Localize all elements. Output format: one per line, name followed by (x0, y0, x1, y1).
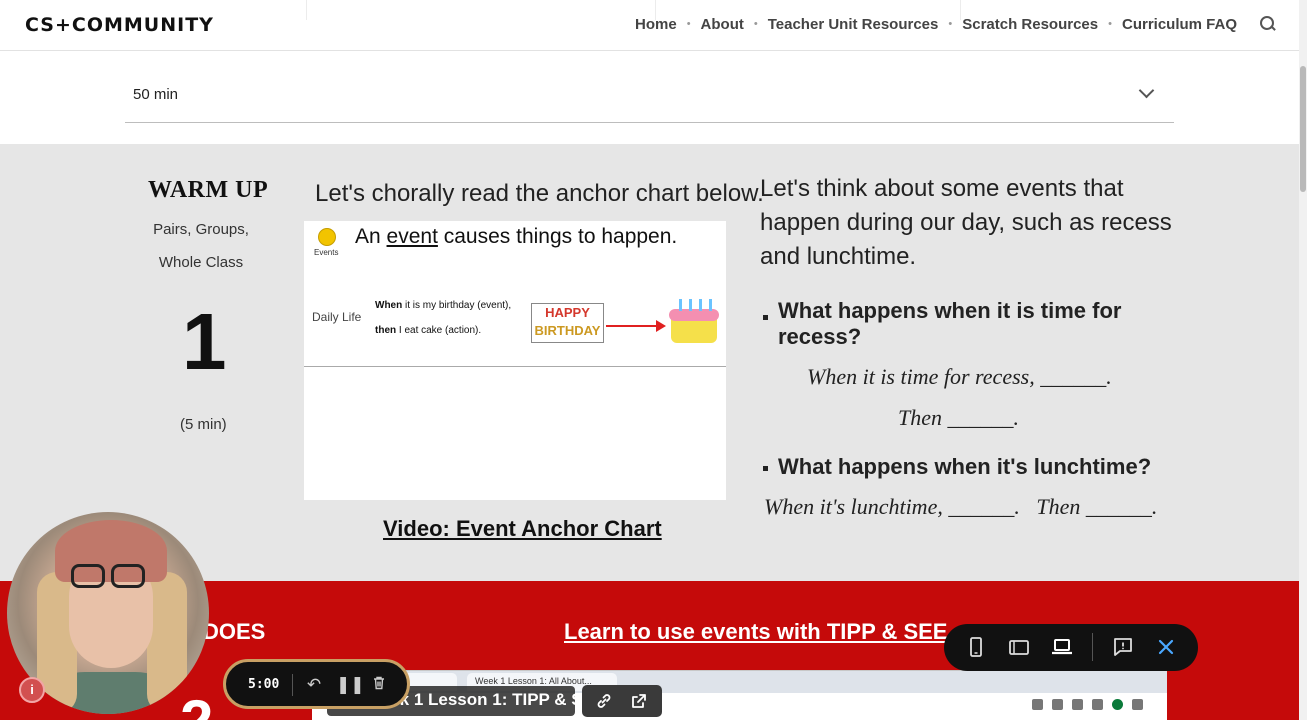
answer-recess-2: Then ______. (898, 405, 1019, 430)
laptop-icon[interactable] (1050, 635, 1074, 659)
profile-icon (1112, 699, 1123, 710)
question-lunchtime: What happens when it's lunchtime? (778, 454, 1152, 479)
controls-divider (292, 674, 293, 696)
nav-separator: • (1108, 18, 1112, 30)
nav-about[interactable]: About (701, 16, 744, 33)
page-scrollbar[interactable] (1299, 0, 1307, 720)
recording-controls: 5:00 ↶ ❚❚ (223, 659, 410, 709)
extension-icon (1052, 699, 1063, 710)
banner-line-2: BIRTHDAY (534, 323, 601, 338)
question-recess: What happens when it is time for recess? (778, 298, 1122, 349)
info-icon[interactable]: i (19, 677, 45, 703)
definition-prefix: An (355, 225, 387, 248)
banner-line-1: HAPPY (545, 305, 590, 320)
open-external-icon[interactable] (631, 693, 647, 709)
discussion-intro: Let's think about some events that happe… (760, 172, 1180, 274)
tablet-icon[interactable] (1007, 635, 1031, 659)
nav-divider (306, 0, 307, 20)
extension-icon (1072, 699, 1083, 710)
grouping-line-1: Pairs, Groups, (153, 221, 249, 238)
link-icon[interactable] (596, 693, 612, 709)
warmup-title: WARM UP (148, 177, 269, 203)
anchor-chart-content: Events An event causes things to happen.… (304, 221, 726, 367)
nav-curriculum-faq[interactable]: Curriculum FAQ (1122, 16, 1237, 33)
duration-label: 50 min (133, 86, 179, 103)
anchor-heading: Let's chorally read the anchor chart bel… (315, 180, 764, 207)
top-navigation: CS+COMMUNITY Home • About • Teacher Unit… (0, 0, 1299, 51)
answer-recess-1: When it is time for recess, ______. (807, 364, 1112, 389)
toolbar-divider (1092, 633, 1093, 661)
pause-icon[interactable]: ❚❚ (336, 675, 365, 695)
tipp-see-link[interactable]: Learn to use events with TIPP & SEE (564, 619, 947, 645)
definition-keyword: event (386, 225, 438, 248)
events-category-label: Events (314, 248, 339, 257)
nav-separator: • (686, 18, 691, 30)
event-definition: An event causes things to happen. (355, 225, 677, 249)
intro-text-1: Let's think about some (760, 175, 1007, 202)
extension-icon (1092, 699, 1103, 710)
extension-icon (1032, 699, 1043, 710)
undo-icon[interactable]: ↶ (304, 675, 324, 695)
nav-separator: • (948, 18, 953, 30)
bullet-icon (763, 466, 768, 471)
phone-icon[interactable] (964, 635, 988, 659)
device-preview-toolbar (944, 624, 1198, 671)
search-icon[interactable] (1259, 15, 1277, 33)
site-logo[interactable]: CS+COMMUNITY (25, 14, 214, 36)
events-category-icon (318, 228, 336, 246)
main-nav: Home • About • Teacher Unit Resources • … (635, 15, 1277, 33)
nav-separator: • (753, 18, 758, 30)
nav-scratch-resources[interactable]: Scratch Resources (962, 16, 1098, 33)
menu-icon (1132, 699, 1143, 710)
event-anchor-chart-video-link[interactable]: Video: Event Anchor Chart (383, 516, 662, 542)
answer-lunchtime: When it's lunchtime, ______. Then ______… (764, 494, 1158, 519)
when-text: it is my birthday (event), (402, 300, 512, 311)
duration-accordion[interactable]: 50 min (125, 70, 1174, 123)
recording-timer: 5:00 (248, 677, 280, 692)
scrollbar-thumb[interactable] (1300, 66, 1306, 192)
nav-home[interactable]: Home (635, 16, 677, 33)
then-line: then I eat cake (action). (375, 325, 481, 336)
intro-keyword: events (1006, 175, 1077, 202)
chevron-down-icon[interactable] (1138, 82, 1155, 99)
comment-icon[interactable] (1111, 635, 1135, 659)
when-line: When it is my birthday (event), (375, 300, 511, 311)
when-keyword: When (375, 300, 403, 311)
close-icon[interactable] (1154, 635, 1178, 659)
warmup-section: WARM UP Pairs, Groups, Whole Class 1 (5 … (0, 144, 1299, 582)
red-section-heading: DOES (203, 619, 266, 644)
cake-icon (669, 299, 719, 343)
bullet-icon (763, 315, 768, 320)
then-keyword: then (375, 325, 397, 336)
definition-suffix: causes things to happen. (437, 225, 678, 248)
arrow-head-icon (656, 320, 666, 332)
step-minutes: (5 min) (180, 416, 227, 433)
trash-icon[interactable] (369, 675, 389, 695)
anchor-chart: Events An event causes things to happen.… (304, 221, 726, 500)
video-actions (582, 685, 662, 717)
nav-teacher-unit-resources[interactable]: Teacher Unit Resources (768, 16, 939, 33)
daily-life-label: Daily Life (312, 310, 362, 324)
then-text: I eat cake (action). (396, 325, 482, 336)
arrow-icon (606, 325, 658, 327)
grouping-line-2: Whole Class (158, 254, 244, 271)
birthday-banner-image: HAPPY BIRTHDAY (531, 303, 604, 343)
step-number: 1 (182, 297, 227, 386)
